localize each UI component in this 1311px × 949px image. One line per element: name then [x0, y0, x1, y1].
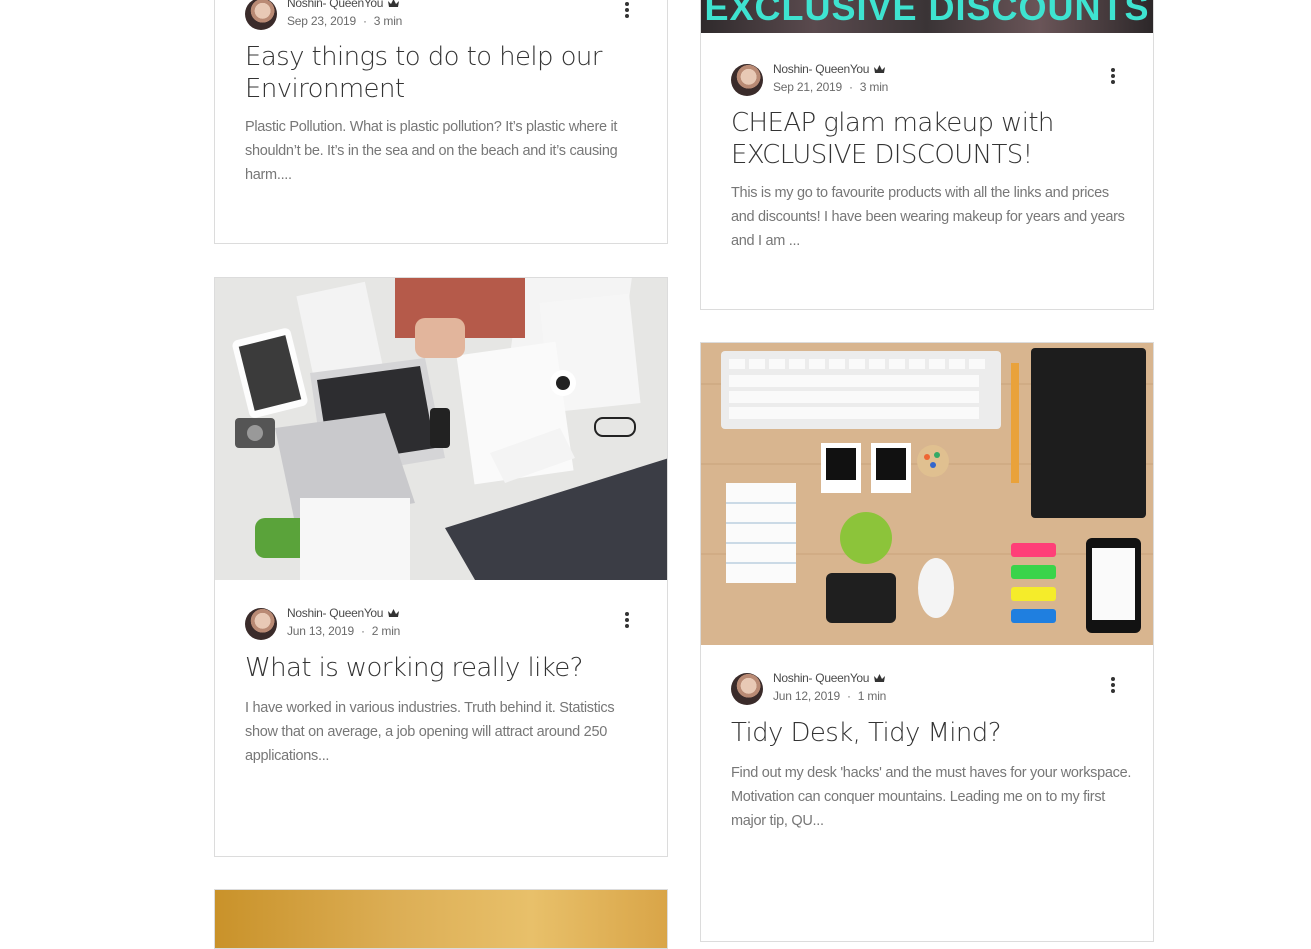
crown-icon — [874, 65, 886, 73]
post-date: Jun 12, 2019 — [773, 689, 840, 703]
post-card[interactable]: Noshin- QueenYou Jun 13, 2019 · 2 min What… — [214, 277, 668, 857]
crown-icon — [388, 609, 400, 617]
read-time: 3 min — [373, 14, 403, 28]
author-name[interactable]: Noshin- QueenYou — [287, 606, 383, 620]
author-name[interactable]: Noshin- QueenYou — [773, 671, 869, 685]
post-excerpt: I have worked in various industries. Tru… — [245, 700, 615, 764]
author-name[interactable]: Noshin- QueenYou — [773, 62, 869, 76]
post-meta: Noshin- QueenYou Sep 21, 2019 · 3 min — [731, 62, 1123, 100]
author-avatar[interactable] — [245, 0, 277, 30]
post-cover-image[interactable] — [215, 890, 667, 948]
post-excerpt: Plastic Pollution. What is plastic pollu… — [245, 119, 618, 183]
read-time: 1 min — [857, 689, 887, 703]
post-excerpt: Find out my desk 'hacks' and the must ha… — [731, 765, 1132, 829]
post-cover-image[interactable]: EXCLUSIVE DISCOUNTS — [701, 0, 1153, 33]
more-vertical-icon[interactable] — [619, 0, 635, 20]
post-dateline: Sep 21, 2019 · 3 min — [773, 80, 889, 94]
post-card[interactable] — [214, 889, 668, 949]
more-vertical-icon[interactable] — [1105, 675, 1121, 695]
post-card[interactable]: Noshin- QueenYou Jun 12, 2019 · 1 min Tidy… — [700, 342, 1154, 942]
post-date: Jun 13, 2019 — [287, 624, 354, 638]
author-name[interactable]: Noshin- QueenYou — [287, 0, 383, 10]
post-title[interactable]: What is working really like? — [245, 652, 637, 684]
tidy-desk-illustration — [701, 343, 1153, 645]
post-meta: Noshin- QueenYou Sep 23, 2019 · 3 min — [245, 0, 637, 34]
office-desk-illustration — [215, 278, 667, 580]
crown-icon — [388, 0, 400, 7]
post-cover-image[interactable] — [701, 343, 1153, 645]
more-vertical-icon[interactable] — [1105, 66, 1121, 86]
post-excerpt: This is my go to favourite products with… — [731, 185, 1125, 249]
post-meta: Noshin- QueenYou Jun 13, 2019 · 2 min — [245, 606, 637, 644]
read-time: 3 min — [859, 80, 889, 94]
post-card[interactable]: EXCLUSIVE DISCOUNTS Noshin- QueenYou Sep… — [700, 0, 1154, 310]
post-cover-image[interactable] — [215, 278, 667, 580]
post-meta: Noshin- QueenYou Jun 12, 2019 · 1 min — [731, 671, 1123, 709]
post-dateline: Sep 23, 2019 · 3 min — [287, 14, 403, 28]
post-card[interactable]: Noshin- QueenYou Sep 23, 2019 · 3 min Easy… — [214, 0, 668, 244]
crown-icon — [874, 674, 886, 682]
post-title[interactable]: CHEAP glam makeup with EXCLUSIVE DISCOUN… — [731, 107, 1123, 171]
author-avatar[interactable] — [245, 608, 277, 640]
post-title[interactable]: Tidy Desk, Tidy Mind? — [731, 717, 1123, 749]
cover-banner-text: EXCLUSIVE DISCOUNTS — [704, 0, 1150, 28]
read-time: 2 min — [371, 624, 401, 638]
author-avatar[interactable] — [731, 673, 763, 705]
more-vertical-icon[interactable] — [619, 610, 635, 630]
post-title[interactable]: Easy things to do to help our Environmen… — [245, 41, 637, 105]
post-dateline: Jun 13, 2019 · 2 min — [287, 624, 401, 638]
post-date: Sep 21, 2019 — [773, 80, 842, 94]
post-date: Sep 23, 2019 — [287, 14, 356, 28]
post-dateline: Jun 12, 2019 · 1 min — [773, 689, 887, 703]
author-avatar[interactable] — [731, 64, 763, 96]
